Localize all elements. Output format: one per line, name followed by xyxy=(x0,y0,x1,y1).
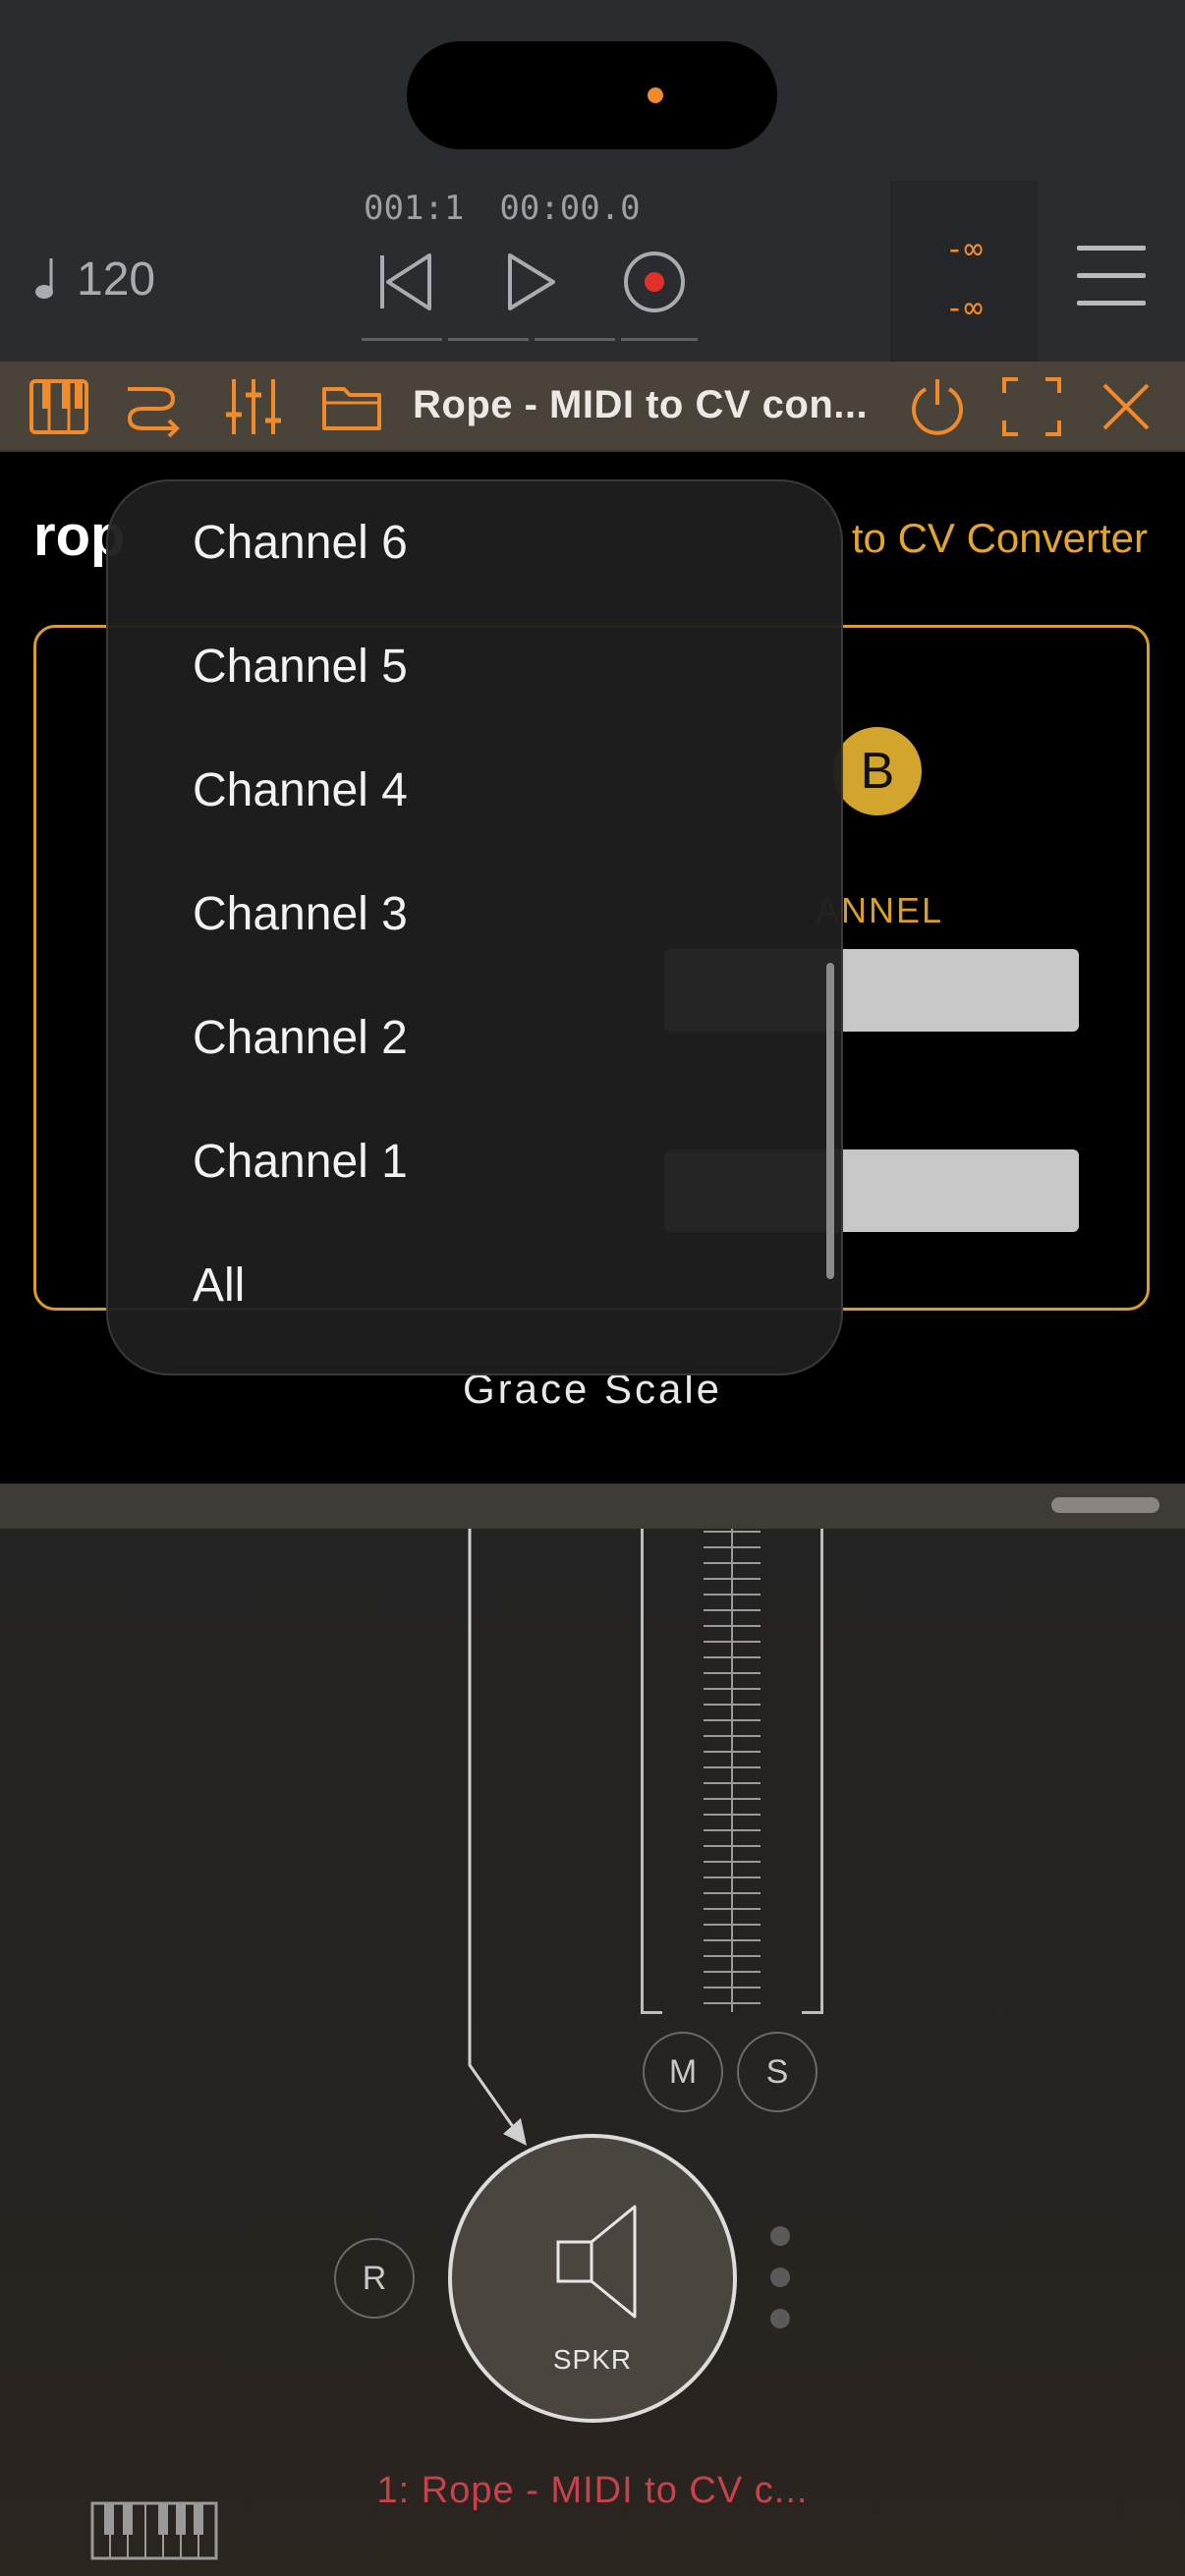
meter-bottom-value: -∞ xyxy=(944,289,984,326)
play-button[interactable] xyxy=(487,240,570,324)
position-bars: 001:1 xyxy=(364,189,465,228)
routing-button[interactable] xyxy=(120,375,183,438)
menu-button[interactable] xyxy=(1077,242,1146,308)
record-arm-button[interactable]: R xyxy=(334,2238,415,2319)
panel-divider[interactable] xyxy=(0,1484,1185,1529)
host-top-bar: 120 001:1 00:00.0 -∞ -∞ xyxy=(0,0,1185,362)
plugin-subtitle: to CV Converter xyxy=(851,515,1148,561)
speaker-output-node[interactable]: SPKR xyxy=(448,2134,737,2423)
drag-handle[interactable] xyxy=(1051,1497,1159,1513)
volume-fader[interactable] xyxy=(641,1529,823,2014)
skip-back-icon xyxy=(380,253,431,310)
preset-folder-button[interactable] xyxy=(320,375,383,438)
play-icon xyxy=(508,253,555,310)
mixer-settings-button[interactable] xyxy=(222,375,285,438)
piano-keys-icon xyxy=(29,379,88,434)
bypass-button[interactable] xyxy=(906,375,969,438)
slot-b-badge[interactable]: B xyxy=(833,727,922,815)
tempo-value: 120 xyxy=(77,252,156,306)
expand-icon xyxy=(1002,377,1061,436)
menu-item-channel-1[interactable]: Channel 1 xyxy=(193,1133,408,1192)
output-meter[interactable]: -∞ -∞ xyxy=(890,181,1038,362)
output-label: SPKR xyxy=(552,2344,633,2375)
tempo-display[interactable]: 120 xyxy=(33,248,155,310)
menu-item-all[interactable]: All xyxy=(193,1257,245,1316)
menu-item-channel-4[interactable]: Channel 4 xyxy=(193,761,408,820)
fullscreen-button[interactable] xyxy=(1000,375,1063,438)
menu-item-channel-6[interactable]: Channel 6 xyxy=(193,514,408,573)
close-plugin-button[interactable] xyxy=(1095,375,1157,438)
power-icon xyxy=(912,379,963,435)
plugin-title: Rope - MIDI to CV con... xyxy=(413,383,869,426)
plugin-toolbar: Rope - MIDI to CV con... xyxy=(0,362,1185,452)
dropdown-scrollbar[interactable] xyxy=(826,963,834,1279)
more-dots-icon xyxy=(770,2226,790,2246)
solo-button[interactable]: S xyxy=(737,2032,818,2112)
hamburger-icon xyxy=(1077,246,1146,251)
dynamic-island xyxy=(407,41,777,149)
keyboard-toggle-icon[interactable] xyxy=(90,2501,218,2560)
menu-item-channel-2[interactable]: Channel 2 xyxy=(193,1009,408,1068)
menu-item-channel-5[interactable]: Channel 5 xyxy=(193,638,408,697)
sliders-icon xyxy=(226,379,281,434)
record-icon xyxy=(624,252,685,312)
transport-controls xyxy=(362,240,700,342)
recording-indicator-dot xyxy=(648,87,663,103)
position-time: 00:00.0 xyxy=(499,189,641,228)
mute-button[interactable]: M xyxy=(643,2032,723,2112)
close-icon xyxy=(1102,383,1150,430)
speaker-icon xyxy=(556,2205,637,2319)
record-button[interactable] xyxy=(613,240,696,324)
menu-item-channel-3[interactable]: Channel 3 xyxy=(193,885,408,944)
keyboard-button[interactable] xyxy=(28,375,90,438)
routing-icon xyxy=(127,387,180,438)
position-counter: 001:1 00:00.0 xyxy=(364,189,641,228)
music-note-icon xyxy=(35,258,53,299)
meter-top-value: -∞ xyxy=(944,230,984,267)
channel-dropdown-menu: Channel 6 Channel 5 Channel 4 Channel 3 … xyxy=(106,479,843,1375)
rewind-button[interactable] xyxy=(366,240,448,324)
folder-icon xyxy=(322,387,381,430)
